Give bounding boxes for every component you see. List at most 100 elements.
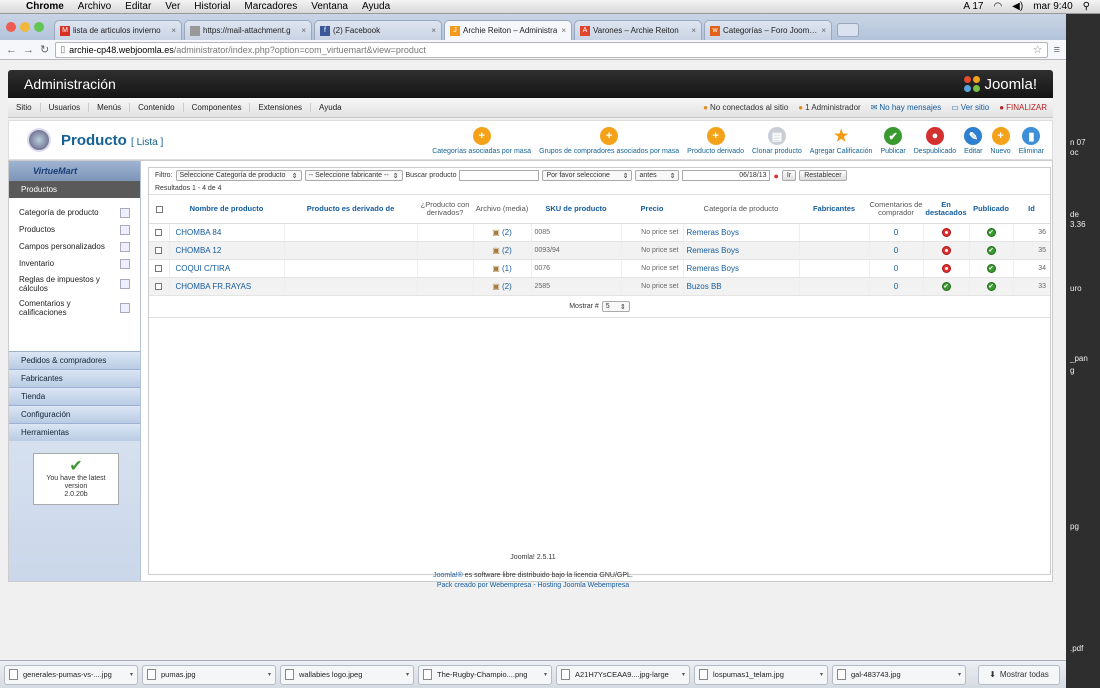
download-menu-icon[interactable]: ▾ (958, 671, 961, 678)
minimize-window-icon[interactable] (20, 22, 30, 32)
menu-ayuda[interactable]: Ayuda (362, 1, 390, 12)
go-button[interactable]: Ir (781, 170, 797, 181)
col-sku[interactable]: SKU de producto (531, 194, 621, 224)
product-name-link[interactable]: CHOMBA 84 (169, 223, 285, 242)
toolbar-button-9[interactable]: + Nuevo (990, 127, 1011, 155)
menu-contenido[interactable]: Contenido (130, 103, 184, 112)
category-link[interactable]: Buzos BB (683, 277, 800, 296)
row-checkbox[interactable] (155, 283, 163, 290)
date-input[interactable]: 06/18/13 (682, 170, 771, 181)
reviews-link[interactable]: 0 (869, 277, 924, 296)
close-tab-icon[interactable]: × (431, 26, 436, 35)
joomla-license-link[interactable]: Joomla!® (433, 572, 463, 579)
sidebar-section[interactable]: Herramientas (9, 423, 140, 441)
close-tab-icon[interactable]: × (821, 26, 826, 35)
download-item[interactable]: wallabies logo.jpeg ▾ (280, 664, 414, 685)
download-menu-icon[interactable]: ▾ (820, 671, 823, 678)
desktop-file-label[interactable]: 3.36 (1070, 220, 1086, 229)
menu-editar[interactable]: Editar (125, 1, 151, 12)
category-link[interactable]: Remeras Boys (683, 241, 800, 260)
new-tab-button[interactable] (837, 23, 859, 37)
row-checkbox[interactable] (155, 265, 163, 272)
product-name-link[interactable]: COQUI C/TIRA (169, 259, 285, 278)
row-checkbox[interactable] (155, 247, 163, 254)
sidebar-item[interactable]: Reglas de impuestos y cálculos (9, 272, 140, 296)
chrome-menu-icon[interactable]: ≡ (1054, 44, 1060, 56)
toolbar-button-1[interactable]: + Categorías asociadas por masa (432, 127, 531, 155)
url-field[interactable]: ▯ archie-cp48.webjoomla.es /administrato… (55, 41, 1048, 58)
logout-link[interactable]: ● FINALIZAR (999, 103, 1047, 112)
col-parent[interactable]: Producto es derivado de (284, 194, 417, 224)
forward-icon[interactable]: → (23, 44, 34, 56)
toolbar-button-4[interactable]: ▤ Clonar producto (752, 127, 802, 155)
download-menu-icon[interactable]: ▾ (268, 671, 271, 678)
desktop-file-label[interactable]: n 07 (1070, 138, 1086, 147)
sidebar-section[interactable]: Configuración (9, 405, 140, 423)
desktop-file-label[interactable]: uro (1070, 284, 1082, 293)
desktop-file-label[interactable]: oc (1070, 148, 1078, 157)
reload-icon[interactable]: ↻ (40, 43, 49, 56)
manufacturer-select[interactable]: -- Seleccione fabricante -- ⇕ (304, 170, 403, 181)
sidebar-section[interactable]: Pedidos & compradores (9, 351, 140, 369)
pack-credit-link[interactable]: Pack creado por Webempresa - Hosting Joo… (0, 581, 1066, 591)
product-name-link[interactable]: CHOMBA 12 (169, 241, 285, 260)
menu-app[interactable]: Chrome (26, 1, 64, 12)
menu-ventana[interactable]: Ventana (311, 1, 348, 12)
featured-toggle[interactable]: ✔ (923, 277, 970, 296)
close-tab-icon[interactable]: × (691, 26, 696, 35)
menu-usuarios[interactable]: Usuarios (41, 103, 90, 112)
media-link[interactable]: ▣ (2) (473, 241, 532, 260)
reviews-link[interactable]: 0 (869, 241, 924, 260)
toolbar-button-7[interactable]: ● Despublicado (914, 127, 956, 155)
sidebar-item[interactable]: Comentarios y calificaciones (9, 296, 140, 320)
col-price[interactable]: Precio (621, 194, 683, 224)
desktop-file-label[interactable]: _pan (1070, 354, 1088, 363)
menu-menus[interactable]: Menús (89, 103, 131, 112)
featured-toggle[interactable] (923, 223, 970, 242)
date-type-select[interactable]: Por favor seleccione ⇕ (542, 170, 633, 181)
volume-icon[interactable]: ◀) (1012, 1, 1023, 12)
col-manufacturer[interactable]: Fabricantes (799, 194, 869, 224)
download-menu-icon[interactable]: ▾ (544, 671, 547, 678)
browser-tab[interactable]: https://mail-attachment.g × (184, 20, 312, 40)
show-all-downloads-button[interactable]: ⬇ Mostrar todas (978, 664, 1060, 685)
download-item[interactable]: gal-483743.jpg ▾ (832, 664, 966, 685)
sidebar-item[interactable]: Inventario (9, 255, 140, 272)
media-link[interactable]: ▣ (1) (473, 259, 532, 278)
desktop-file-label[interactable]: g (1070, 366, 1074, 375)
col-published[interactable]: Publicado (969, 194, 1013, 224)
sidebar-item[interactable]: Productos (9, 221, 140, 238)
sidebar-item[interactable]: Categoría de producto (9, 204, 140, 221)
published-toggle[interactable]: ✔ (969, 259, 1014, 278)
desktop-file-label[interactable]: .pdf (1070, 644, 1083, 653)
media-link[interactable]: ▣ (2) (473, 223, 532, 242)
download-item[interactable]: A21H7YsCEAA9....jpg-large ▾ (556, 664, 690, 685)
menu-extensiones[interactable]: Extensiones (250, 103, 312, 112)
toolbar-button-8[interactable]: ✎ Editar (964, 127, 982, 155)
reset-button[interactable]: Restablecer (799, 170, 847, 181)
row-checkbox[interactable] (155, 229, 163, 236)
download-item[interactable]: generales-pumas-vs-....jpg ▾ (4, 664, 138, 685)
download-item[interactable]: pumas.jpg ▾ (142, 664, 276, 685)
download-menu-icon[interactable]: ▾ (682, 671, 685, 678)
published-toggle[interactable]: ✔ (969, 277, 1014, 296)
published-toggle[interactable]: ✔ (969, 223, 1014, 242)
reviews-link[interactable]: 0 (869, 259, 924, 278)
bookmark-star-icon[interactable]: ☆ (1033, 43, 1043, 56)
menu-ayuda-joomla[interactable]: Ayuda (311, 103, 350, 112)
browser-tab[interactable]: f (2) Facebook × (314, 20, 442, 40)
select-all-checkbox[interactable] (155, 205, 163, 213)
view-site-link[interactable]: ▭ Ver sitio (951, 103, 989, 112)
browser-tab[interactable]: Mlista de articulos invierno × (54, 20, 182, 40)
clock[interactable]: mar 9:40 (1033, 1, 1072, 12)
close-tab-icon[interactable]: × (171, 26, 176, 35)
calendar-icon[interactable]: ● (773, 171, 778, 181)
pager-limit-select[interactable]: 5 ⇕ (601, 301, 630, 312)
toolbar-button-2[interactable]: + Grupos de compradores asociados por mas… (539, 127, 679, 155)
browser-tab[interactable]: A Varones – Archie Reiton × (574, 20, 702, 40)
product-name-link[interactable]: CHOMBA FR.RAYAS (169, 277, 285, 296)
back-icon[interactable]: ← (6, 44, 17, 56)
download-item[interactable]: The-Rugby-Champio....png ▾ (418, 664, 552, 685)
published-toggle[interactable]: ✔ (969, 241, 1014, 260)
desktop-file-label[interactable]: de (1070, 210, 1079, 219)
